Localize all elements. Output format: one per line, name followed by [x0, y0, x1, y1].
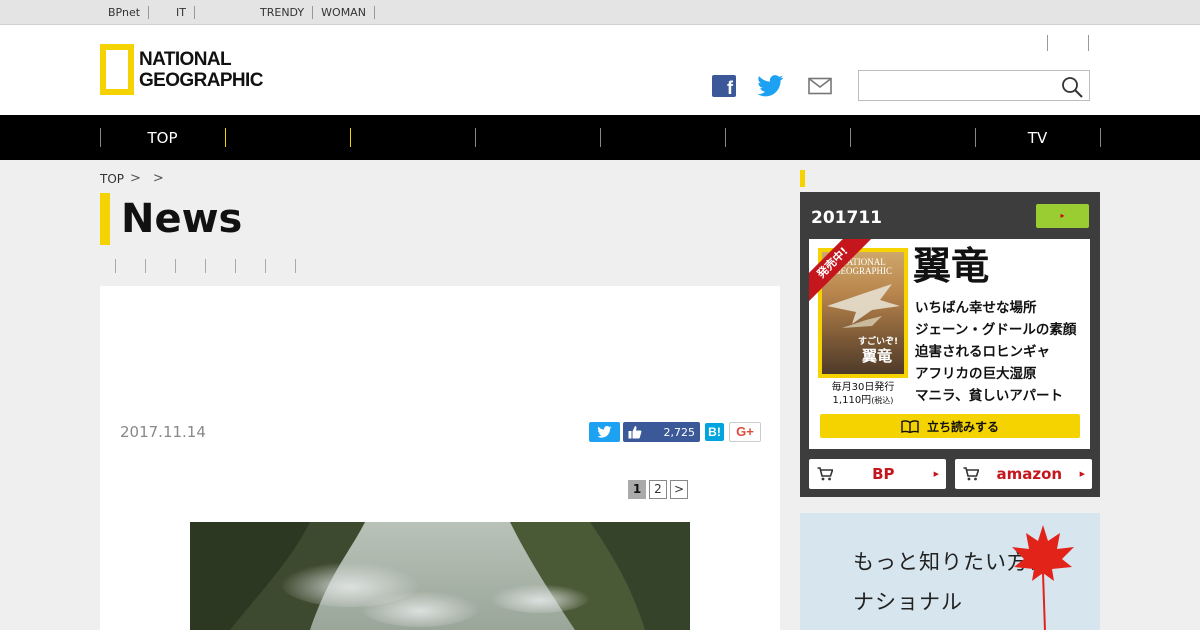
cart-icon — [963, 467, 979, 481]
search-box — [858, 70, 1090, 101]
nav-item[interactable] — [850, 115, 975, 160]
magazine-issue: 201711 — [811, 208, 882, 228]
nav-item-top[interactable]: TOP — [100, 115, 225, 160]
nav-item[interactable] — [225, 115, 350, 160]
utility-link-end — [1088, 35, 1089, 51]
publish-date: 2017.11.14 — [120, 423, 206, 441]
search-input[interactable] — [859, 71, 1049, 100]
cart-icon — [817, 467, 833, 481]
national-geographic-logo[interactable]: NATIONAL GEOGRAPHIC — [100, 44, 263, 95]
network-link-bpnet[interactable]: BPnet — [100, 5, 150, 19]
like-count: 2,725 — [663, 425, 696, 439]
share-buttons: 2,725 B! G+ — [589, 422, 761, 442]
feature-line: アフリカの巨大湿原 — [915, 366, 1037, 382]
feature-line: いちばん幸せな場所 — [915, 300, 1037, 316]
page-title: News — [121, 196, 243, 242]
subnav-item[interactable] — [265, 259, 295, 273]
facebook-like-button[interactable]: 2,725 — [623, 422, 700, 442]
network-links: BPnet IT TRENDY WOMAN — [100, 0, 432, 24]
search-icon[interactable] — [1061, 76, 1083, 98]
nav-item[interactable] — [350, 115, 475, 160]
breadcrumb: TOP > > — [100, 171, 170, 186]
site-header: NATIONAL GEOGRAPHIC f — [0, 25, 1200, 115]
sidebar-accent-mark — [800, 170, 805, 187]
google-plus-button[interactable]: G+ — [729, 422, 761, 442]
buy-amazon-label: amazon — [996, 465, 1063, 483]
facebook-icon[interactable]: f — [712, 75, 736, 97]
tweet-button[interactable] — [589, 422, 620, 442]
nav-item-tv[interactable]: TV — [975, 115, 1100, 160]
feature-line: ジェーン・グドールの素顔 — [915, 322, 1077, 338]
logo-line-1: NATIONAL — [139, 48, 232, 70]
nav-item[interactable] — [475, 115, 600, 160]
twitter-icon — [597, 426, 612, 438]
arrow-right-icon: ▶ — [1079, 470, 1085, 478]
preview-read-label: 立ち読みする — [926, 419, 999, 434]
buy-bp-button[interactable]: BP ▶ — [809, 459, 946, 489]
cover-title: 翼竜 — [862, 347, 893, 365]
chevron-right-icon: > — [152, 171, 164, 186]
twitter-icon[interactable] — [757, 75, 784, 97]
price-row: 1,110円(税込) — [817, 394, 909, 407]
nav-item[interactable] — [725, 115, 850, 160]
page-1-link[interactable]: 1 — [628, 480, 646, 499]
mail-icon[interactable] — [808, 75, 832, 97]
subnav-item[interactable] — [205, 259, 235, 273]
utility-link[interactable] — [1047, 35, 1088, 51]
magazine-detail-button[interactable]: ▸ — [1036, 204, 1089, 228]
feature-line: マニラ、貧しいアパート — [915, 388, 1063, 404]
network-link-trendy[interactable]: TRENDY — [252, 5, 314, 19]
network-link-it[interactable]: IT — [168, 5, 196, 19]
price: 1,110円 — [832, 395, 872, 406]
subnav-item[interactable] — [145, 259, 175, 273]
nav-divider — [1100, 128, 1101, 147]
subnav-item[interactable] — [175, 259, 205, 273]
article-pager: 1 2 > — [628, 480, 691, 499]
feature-title: 翼竜 — [913, 244, 990, 288]
arrow-right-icon: ▶ — [933, 470, 939, 478]
chevron-right-icon: > — [130, 171, 141, 186]
sidebar-ad-banner[interactable]: もっと知りたい方は ナショナル — [800, 513, 1100, 630]
subnav-item[interactable] — [115, 259, 145, 273]
tax-note: (税込) — [871, 396, 894, 405]
article-photo — [190, 522, 690, 630]
magazine-price-info: 毎月30日発行 1,110円(税込) — [817, 381, 909, 407]
article-card: 2017.11.14 2,725 B! G+ 1 2 > — [100, 286, 780, 630]
nav-item[interactable] — [600, 115, 725, 160]
utility-links — [1047, 35, 1089, 51]
buy-bp-label: BP — [872, 465, 895, 483]
thumbs-up-icon — [628, 426, 642, 439]
preview-read-button[interactable]: 立ち読みする — [820, 414, 1080, 438]
buy-amazon-button[interactable]: amazon ▶ — [955, 459, 1092, 489]
page-2-link[interactable]: 2 — [649, 480, 667, 499]
magazine-promo: 201711 ▸ NATIONAL GEOGRAPHIC すごいぞ! 翼竜 発売… — [800, 192, 1100, 497]
network-link-woman[interactable]: WOMAN — [313, 5, 375, 19]
publish-schedule: 毎月30日発行 — [831, 382, 895, 393]
logo-wordmark: NATIONAL GEOGRAPHIC — [139, 49, 263, 91]
category-subnav — [115, 259, 325, 273]
maple-leaf-icon — [1012, 525, 1074, 630]
subnav-item[interactable] — [295, 259, 325, 273]
global-nav: TOP TV — [0, 115, 1200, 160]
feature-list: いちばん幸せな場所 ジェーン・グドールの素顔 迫害されるロヒンギャ アフリカの巨… — [915, 297, 1076, 407]
hatena-bookmark-button[interactable]: B! — [705, 423, 724, 441]
top-utility-bar: BPnet IT TRENDY WOMAN — [0, 0, 1200, 25]
ad-headline-2: ナショナル — [853, 590, 963, 614]
title-accent-bar — [100, 193, 110, 245]
next-page-link[interactable]: > — [670, 480, 688, 499]
logo-yellow-frame — [100, 44, 134, 95]
pterosaur-illustration — [827, 284, 900, 328]
magazine-panel: NATIONAL GEOGRAPHIC すごいぞ! 翼竜 発売中! 翼竜 いちば… — [809, 239, 1090, 449]
open-book-icon — [901, 419, 919, 433]
logo-line-2: GEOGRAPHIC — [139, 69, 263, 91]
subnav-item[interactable] — [235, 259, 265, 273]
feature-line: 迫害されるロヒンギャ — [915, 344, 1050, 360]
breadcrumb-home[interactable]: TOP — [100, 172, 124, 186]
